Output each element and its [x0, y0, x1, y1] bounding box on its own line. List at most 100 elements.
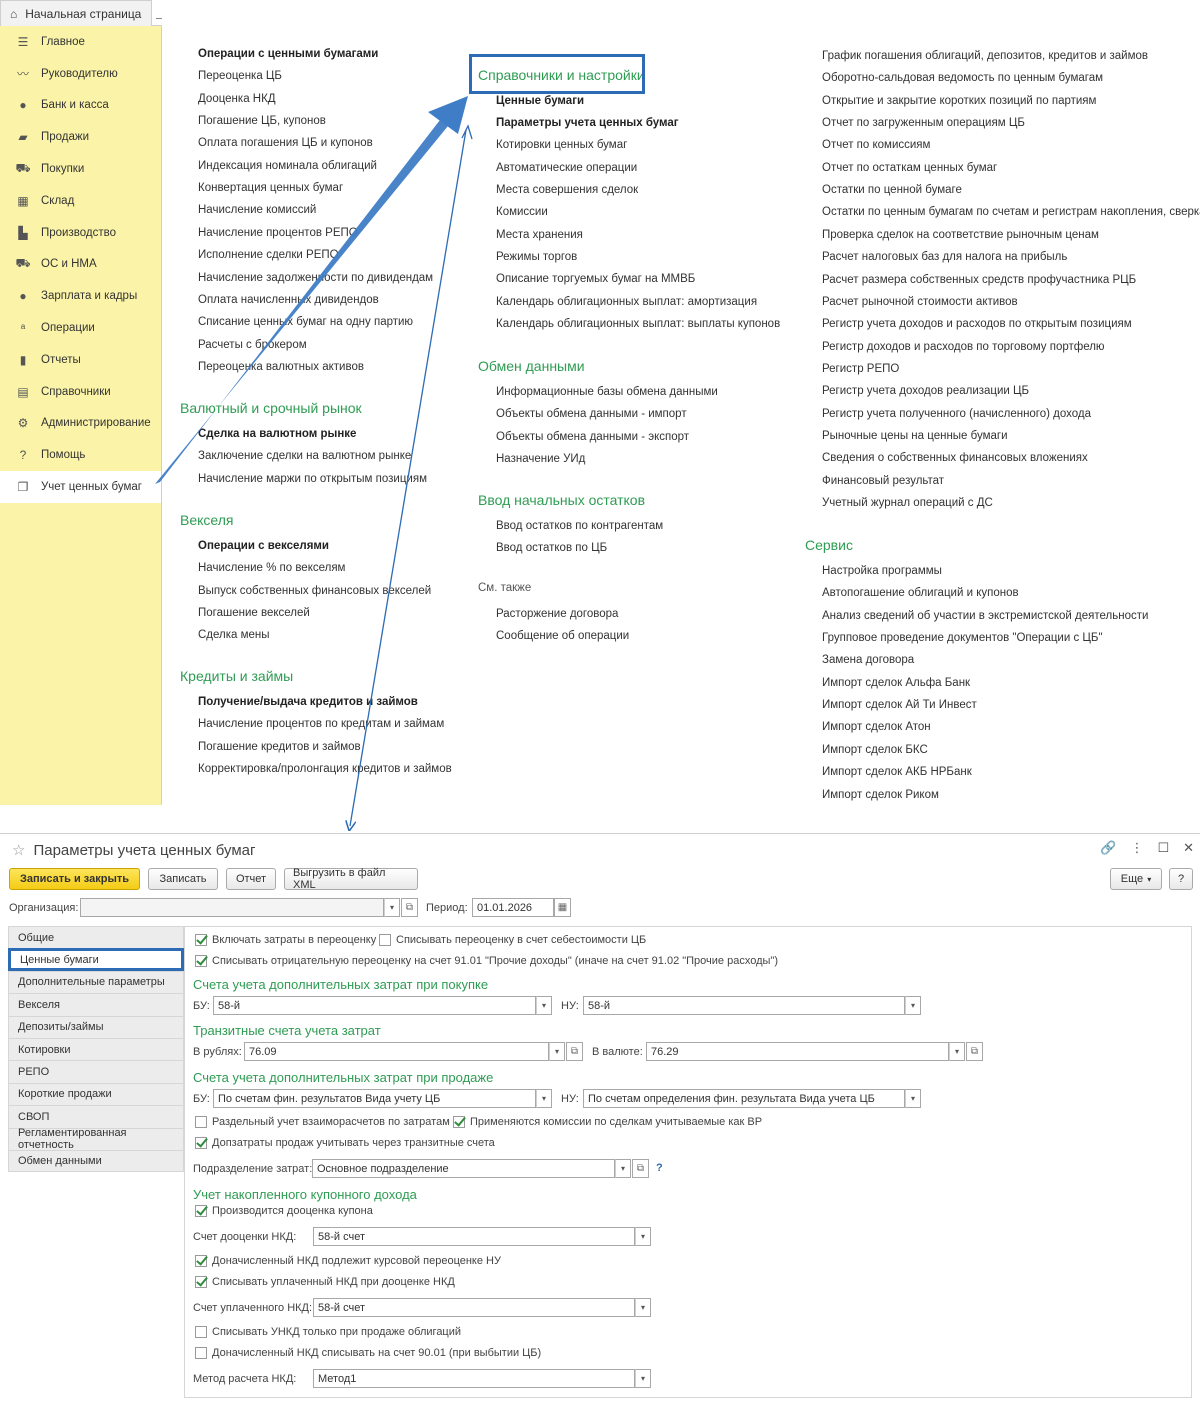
link-report[interactable]: Сведения о собственных финансовых вложен… [822, 452, 1088, 464]
link-operation[interactable]: Начисление процентов по кредитам и займа… [198, 718, 444, 730]
organization-open-icon[interactable]: ⧉ [401, 898, 418, 917]
link-operation[interactable]: Переоценка ЦБ [198, 70, 282, 82]
unkd-box[interactable] [195, 1326, 207, 1338]
transit-accounts-checkbox[interactable]: Допзатраты продаж учитывать через транзи… [195, 1137, 495, 1149]
nkd-method-dropdown-icon[interactable]: ▾ [635, 1369, 651, 1388]
paid-nkd-account-field[interactable]: 58-й счет [313, 1298, 635, 1317]
link-operation[interactable]: Погашение векселей [198, 607, 310, 619]
link-operation[interactable]: Списание ценных бумаг на одну партию [198, 316, 413, 328]
form-nav-item-10[interactable]: Обмен данными [8, 1149, 184, 1173]
transit-accounts-box[interactable] [195, 1137, 207, 1149]
form-nav-item-2[interactable]: Дополнительные параметры [8, 970, 184, 994]
paid-nkd-box[interactable] [195, 1276, 207, 1288]
save-and-close-button[interactable]: Записать и закрыть [9, 868, 140, 890]
sidebar-item-7[interactable]: ⛟ ОС и НМА [0, 249, 161, 281]
maximize-icon[interactable]: ☐ [1157, 840, 1169, 856]
form-nav-item-7[interactable]: Короткие продажи [8, 1082, 184, 1106]
link-report[interactable]: Остатки по ценным бумагам по счетам и ре… [822, 206, 1200, 218]
form-nav-item-4[interactable]: Депозиты/займы [8, 1015, 184, 1038]
help-button[interactable]: ? [1169, 868, 1193, 890]
buy-bu-dropdown-icon[interactable]: ▾ [536, 996, 552, 1015]
link-service[interactable]: Автопогашение облигаций и купонов [822, 587, 1019, 599]
link-report[interactable]: График погашения облигаций, депозитов, к… [822, 50, 1148, 62]
link-service[interactable]: Импорт сделок Риком [822, 789, 939, 801]
sidebar-item-10[interactable]: ▮ Отчеты [0, 344, 161, 376]
home-tab[interactable]: ⌂ Начальная страница [0, 0, 152, 26]
department-open-icon[interactable]: ⧉ [632, 1159, 649, 1178]
sidebar-item-3[interactable]: ▰ Продажи [0, 121, 161, 153]
link-operation[interactable]: Исполнение сделки РЕПО [198, 249, 339, 261]
link-reference[interactable]: Автоматические операции [496, 162, 637, 174]
revalue-coupon-box[interactable] [195, 1205, 207, 1217]
link-see-also[interactable]: Расторжение договора [496, 608, 618, 620]
link-report[interactable]: Отчет по загруженным операциям ЦБ [822, 117, 1025, 129]
link-operation[interactable]: Оплата погашения ЦБ и купонов [198, 137, 373, 149]
link-service[interactable]: Групповое проведение документов "Операци… [822, 632, 1103, 644]
link-report[interactable]: Регистр учета доходов и расходов по откр… [822, 318, 1132, 330]
sidebar-item-5[interactable]: ▦ Склад [0, 185, 161, 217]
separate-accounting-box[interactable] [195, 1116, 207, 1128]
link-exchange[interactable]: Объекты обмена данными - экспорт [496, 431, 689, 443]
buy-nu-dropdown-icon[interactable]: ▾ [905, 996, 921, 1015]
link-exchange[interactable]: Информационные базы обмена данными [496, 386, 718, 398]
link-service[interactable]: Импорт сделок БКС [822, 744, 928, 756]
include-costs-checkbox[interactable]: Включать затраты в переоценку [195, 934, 376, 946]
link-report[interactable]: Отчет по остаткам ценных бумаг [822, 162, 997, 174]
nkd-method-field[interactable]: Метод1 [313, 1369, 635, 1388]
link-operation[interactable]: Расчеты с брокером [198, 339, 307, 351]
link-service[interactable]: Импорт сделок АКБ НРБанк [822, 766, 972, 778]
commissions-checkbox[interactable]: Применяются комиссии по сделкам учитывае… [453, 1116, 762, 1128]
sidebar-item-9[interactable]: ᵃ Операции [0, 312, 161, 344]
link-report[interactable]: Регистр доходов и расходов по торговому … [822, 341, 1105, 353]
commissions-box[interactable] [453, 1116, 465, 1128]
link-bill-operations[interactable]: Операции с векселями [198, 540, 329, 552]
sidebar-item-2[interactable]: ● Банк и касса [0, 90, 161, 122]
link-report[interactable]: Расчет рыночной стоимости активов [822, 296, 1018, 308]
link-service[interactable]: Анализ сведений об участии в экстремистс… [822, 610, 1148, 622]
sell-nu-field[interactable]: По счетам определения фин. результата Ви… [583, 1089, 905, 1108]
more-vertical-icon[interactable]: ⋮ [1130, 840, 1143, 856]
link-report[interactable]: Расчет налоговых баз для налога на прибы… [822, 251, 1067, 263]
favorite-star-icon[interactable]: ☆ [12, 841, 25, 859]
revalue-coupon-checkbox[interactable]: Производится дооценка купона [195, 1205, 373, 1217]
paid-nkd-account-dropdown-icon[interactable]: ▾ [635, 1298, 651, 1317]
accrued-fx-box[interactable] [195, 1255, 207, 1267]
link-currency-deal[interactable]: Сделка на валютном рынке [198, 428, 356, 440]
department-field[interactable]: Основное подразделение [312, 1159, 615, 1178]
include-costs-box[interactable] [195, 934, 207, 946]
link-see-also[interactable]: Сообщение об операции [496, 630, 629, 642]
accrued-9001-box[interactable] [195, 1347, 207, 1359]
sidebar-item-12[interactable]: ⚙ Администрирование [0, 408, 161, 440]
export-xml-button[interactable]: Выгрузить в файл XML [284, 867, 418, 891]
paid-nkd-checkbox[interactable]: Списывать уплаченный НКД при дооценке НК… [195, 1276, 455, 1288]
sidebar-item-14[interactable]: ❐ Учет ценных бумаг [0, 471, 161, 503]
cur-dropdown-icon[interactable]: ▾ [949, 1042, 965, 1061]
link-report[interactable]: Рыночные цены на ценные бумаги [822, 430, 1008, 442]
report-button[interactable]: Отчет [226, 868, 276, 890]
link-exchange[interactable]: Объекты обмена данными - импорт [496, 408, 687, 420]
form-nav-item-8[interactable]: СВОП [8, 1105, 184, 1128]
link-operation[interactable]: Заключение сделки на валютном рынке [198, 450, 411, 462]
sidebar-item-0[interactable]: ☰ Главное [0, 26, 161, 58]
negative-revaluation-checkbox[interactable]: Списывать отрицательную переоценку на сч… [195, 955, 778, 967]
more-button[interactable]: Еще ▾ [1110, 868, 1162, 890]
rub-field[interactable]: 76.09 [244, 1042, 549, 1061]
link-reference[interactable]: Места хранения [496, 229, 583, 241]
link-reference[interactable]: Места совершения сделок [496, 184, 638, 196]
link-report[interactable]: Учетный журнал операций с ДС [822, 497, 993, 509]
link-operation[interactable]: Начисление процентов РЕПО [198, 227, 358, 239]
sidebar-item-11[interactable]: ▤ Справочники [0, 376, 161, 408]
department-dropdown-icon[interactable]: ▾ [615, 1159, 631, 1178]
link-reference[interactable]: Календарь облигационных выплат: амортиза… [496, 296, 757, 308]
cur-field[interactable]: 76.29 [646, 1042, 949, 1061]
link-operation[interactable]: Индексация номинала облигаций [198, 160, 377, 172]
calendar-icon[interactable]: ▦ [554, 898, 571, 917]
link-balance[interactable]: Ввод остатков по контрагентам [496, 520, 663, 532]
link-report[interactable]: Регистр учета доходов реализации ЦБ [822, 385, 1029, 397]
link-operation[interactable]: Сделка мены [198, 629, 270, 641]
link-report[interactable]: Расчет размера собственных средств профу… [822, 274, 1136, 286]
link-operation[interactable]: Переоценка валютных активов [198, 361, 364, 373]
unkd-checkbox[interactable]: Списывать УНКД только при продаже облига… [195, 1326, 461, 1338]
link-balance[interactable]: Ввод остатков по ЦБ [496, 542, 607, 554]
sidebar-item-1[interactable]: 〰 Руководителю [0, 58, 161, 90]
